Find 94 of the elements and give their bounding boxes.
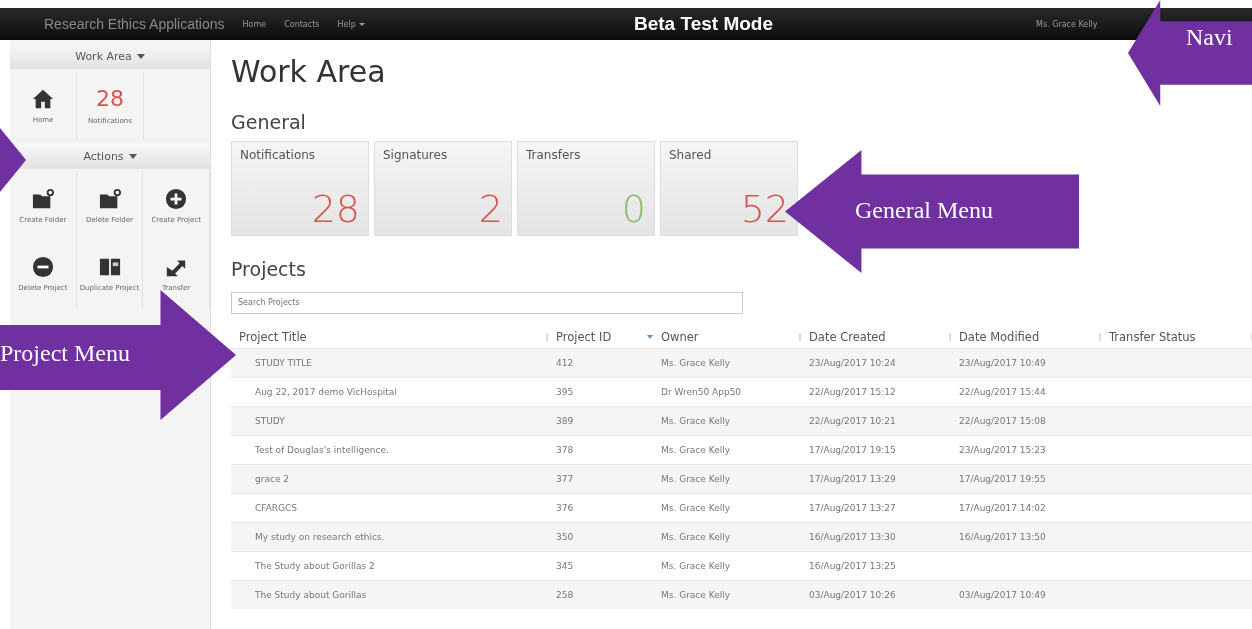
table-cell-text: Ms. Grace Kelly [661,502,732,513]
table-cell-text: 17/Aug/2017 19:15 [809,444,897,455]
card-count: 52 [739,187,789,231]
table-cell-text: 17/Aug/2017 13:27 [809,502,897,513]
caret-icon [136,53,145,59]
column-header[interactable]: Date Modified [959,329,1109,344]
column-header[interactable]: Transfer Status [1109,329,1252,344]
nav-link[interactable]: Home [242,19,267,29]
table-row[interactable]: Test of Douglas's intelligence. 378 Ms. Grace Kelly 17/Aug/2017 19:15 23/Aug/2017 15:23 [231,434,1252,464]
table-cell-text: 16/Aug/2017 13:50 [959,531,1047,542]
table-cell-text: STUDY TITLE [254,357,313,368]
nav-link[interactable]: Contacts [284,19,320,29]
table-cell-text: Ms. Grace Kelly [661,357,732,368]
table-cell-text: 377 [556,473,575,484]
section-heading: General [231,111,307,133]
table-cell-text: Ms. Grace Kelly [661,415,732,426]
table-cell-text: Aug 22, 2017 demo VicHospital [254,386,398,397]
card-label: Signatures [383,148,449,162]
card-label: Transfers [526,148,582,162]
folder-icon [98,188,121,210]
search-field[interactable]: Search Projects [231,291,743,314]
table-cell-text: 22/Aug/2017 10:21 [809,415,897,426]
table-cell-text: grace 2 [254,473,290,484]
card-label: Shared [669,148,713,162]
table-cell-text: 389 [556,415,575,426]
summary-card[interactable]: Notifications 28 [231,141,369,236]
table-cell-text: 412 [556,357,575,368]
mode-title: Beta Test Mode [634,13,773,35]
table-cell-text: 350 [556,531,575,542]
section-header[interactable]: Work Area [10,43,210,69]
table-cell-text: The Study about Gorillas [254,589,368,600]
table-cell-text: Ms. Grace Kelly [661,531,732,542]
table-cell-text: 22/Aug/2017 15:44 [959,386,1047,397]
column-header[interactable]: Project ID [556,329,661,344]
callout-arrow [0,128,26,192]
table-cell-text: Ms. Grace Kelly [661,589,732,600]
table-cell-text: 03/Aug/2017 10:26 [809,589,897,600]
caret-icon [128,153,137,159]
table-cell-text: 22/Aug/2017 15:08 [959,415,1047,426]
table-cell-text: 258 [556,589,575,600]
table-cell-text: 376 [556,502,575,513]
table-row[interactable]: Aug 22, 2017 demo VicHospital 395 Dr Wren50 App50 22/Aug/2017 15:12 22/Aug/2017 15:44 [231,376,1252,406]
table-cell-text: 17/Aug/2017 14:02 [959,502,1047,513]
plus-circle-icon [165,188,188,210]
table-row[interactable]: My study on research ethics. 350 Ms. Grace Kelly 16/Aug/2017 13:30 16/Aug/2017 13:50 [231,521,1252,551]
table-row[interactable]: grace 2 377 Ms. Grace Kelly 17/Aug/2017 13:29 17/Aug/2017 19:55 [231,463,1252,493]
table-cell-text: 16/Aug/2017 13:25 [809,560,897,571]
column-header[interactable]: Date Created [809,329,959,344]
app-brand[interactable]: Research Ethics Applications [44,16,225,32]
column-header[interactable]: Owner [661,329,809,344]
table-cell-text: Ms. Grace Kelly [661,560,732,571]
table-cell-text: 395 [556,386,575,397]
summary-card[interactable]: Signatures 2 [374,141,512,236]
minus-circle-icon [31,256,54,278]
card-count: 28 [310,187,360,231]
table-cell-text: 378 [556,444,575,455]
table-row[interactable]: CFARGCS 376 Ms. Grace Kelly 17/Aug/2017 13:27 17/Aug/2017 14:02 [231,492,1252,522]
table-cell-text: Ms. Grace Kelly [661,473,732,484]
table-cell-text: Dr Wren50 App50 [661,386,743,397]
summary-card[interactable]: Transfers 0 [517,141,655,236]
table-row[interactable]: STUDY TITLE 412 Ms. Grace Kelly 23/Aug/2017 10:24 23/Aug/2017 10:49 [231,347,1252,377]
table-cell-text: 23/Aug/2017 10:49 [959,357,1047,368]
card-count: 2 [477,187,503,231]
callout-label: General Menu [855,197,993,224]
card-label: Notifications [240,148,317,162]
table-cell-text: 17/Aug/2017 13:29 [809,473,897,484]
documents-icon [98,256,121,278]
summary-card[interactable]: Shared 52 [660,141,798,236]
table-cell-text: 03/Aug/2017 10:49 [959,589,1047,600]
table-row[interactable]: The Study about Gorillas 258 Ms. Grace Kelly 03/Aug/2017 10:26 03/Aug/2017 10:49 [231,579,1252,609]
home-icon [32,88,54,110]
table-cell-text: 16/Aug/2017 13:30 [809,531,897,542]
table-row[interactable]: STUDY 389 Ms. Grace Kelly 22/Aug/2017 10:21 22/Aug/2017 15:08 [231,405,1252,435]
table-cell-text: 23/Aug/2017 10:24 [809,357,897,368]
table-cell-text: Ms. Grace Kelly [661,444,732,455]
callout-label: Project Menu [0,340,130,367]
section-heading: Projects [231,258,307,280]
table-cell-text: 23/Aug/2017 15:23 [959,444,1047,455]
card-count: 0 [620,187,646,231]
table-cell-text: The Study about Gorillas 2 [254,560,376,571]
table-cell-text: 22/Aug/2017 15:12 [809,386,897,397]
table-cell-text: 345 [556,560,575,571]
nav-link[interactable]: Help [337,19,365,29]
table-cell-text: STUDY [254,415,286,426]
page-title: Work Area [231,54,387,89]
user-name[interactable]: Ms. Grace Kelly [1036,19,1098,29]
table-cell-text: 17/Aug/2017 19:55 [959,473,1047,484]
table-row[interactable]: The Study about Gorillas 2 345 Ms. Grace Kelly 16/Aug/2017 13:25 [231,550,1252,580]
column-header[interactable]: Project Title [239,329,556,344]
table-cell-text: My study on research ethics. [254,531,386,542]
folder-icon [31,188,54,210]
callout-label: Navi [1186,24,1233,51]
table-cell-text: CFARGCS [254,502,299,513]
table-cell-text: Test of Douglas's intelligence. [254,444,390,455]
